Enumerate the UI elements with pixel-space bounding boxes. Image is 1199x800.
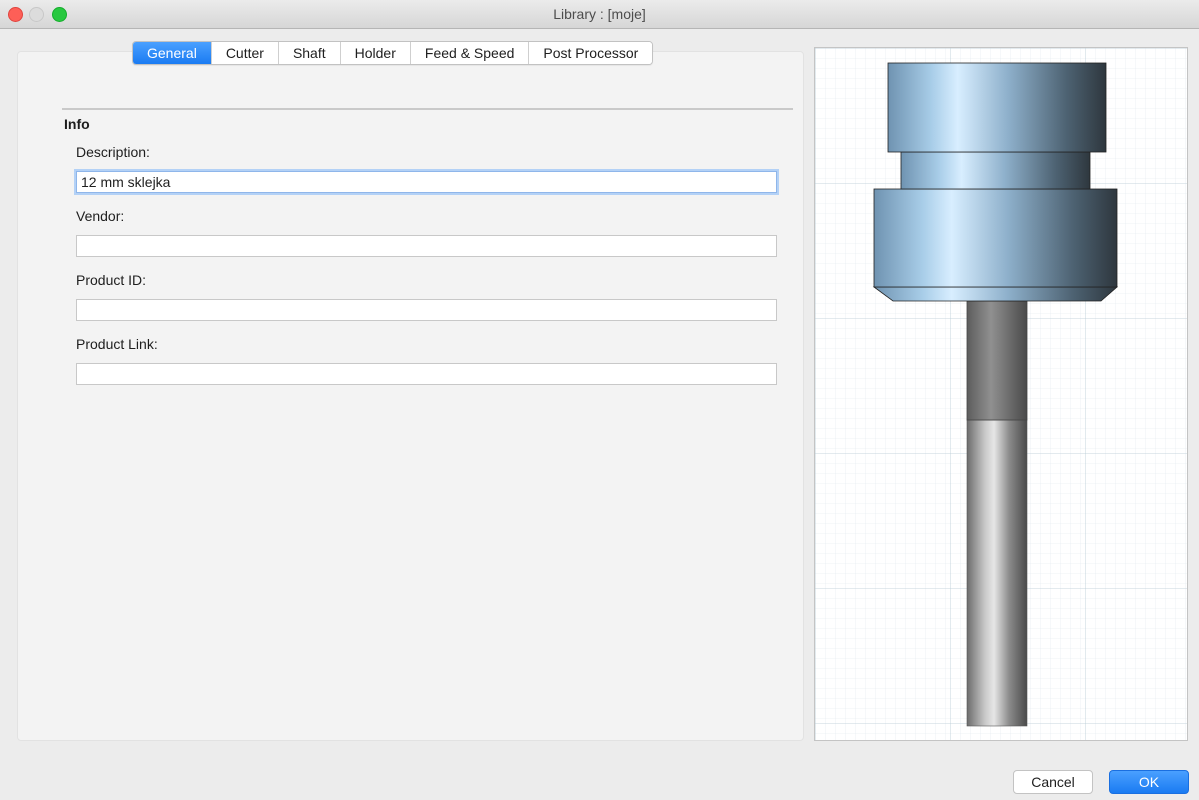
tool-shaft [966, 300, 1028, 421]
tab-holder[interactable]: Holder [340, 42, 411, 64]
settings-panel: Info Description: Vendor: Product ID: Pr… [17, 51, 804, 741]
description-label: Description: [76, 144, 150, 160]
vendor-input[interactable] [76, 235, 777, 257]
tab-feed-speed[interactable]: Feed & Speed [410, 42, 530, 64]
dialog-body: Info Description: Vendor: Product ID: Pr… [0, 29, 1199, 794]
tab-cutter[interactable]: Cutter [211, 42, 279, 64]
cutter-body [966, 419, 1028, 727]
title-bar: Library : [moje] [0, 0, 1199, 29]
info-section-title: Info [64, 116, 90, 132]
product-link-label: Product Link: [76, 336, 158, 352]
window-title: Library : [moje] [553, 6, 646, 22]
product-id-label: Product ID: [76, 272, 147, 288]
tab-general[interactable]: General [133, 42, 212, 64]
vendor-label: Vendor: [76, 208, 125, 224]
tab-post-processor[interactable]: Post Processor [529, 42, 653, 64]
holder-top [887, 62, 1107, 153]
tab-shaft[interactable]: Shaft [278, 42, 341, 64]
holder-neck [900, 151, 1091, 190]
cancel-button[interactable]: Cancel [1013, 770, 1093, 794]
tab-bar: General Cutter Shaft Holder Feed & Speed… [132, 41, 654, 65]
holder-chamfer [872, 286, 1119, 302]
section-divider [62, 108, 793, 110]
tool-preview[interactable] [814, 47, 1188, 741]
holder-collar [873, 188, 1118, 288]
tool-preview-canvas [815, 48, 1187, 740]
product-id-input[interactable] [76, 299, 777, 321]
ok-button[interactable]: OK [1109, 770, 1189, 794]
description-input[interactable] [76, 171, 777, 193]
product-link-input[interactable] [76, 363, 777, 385]
